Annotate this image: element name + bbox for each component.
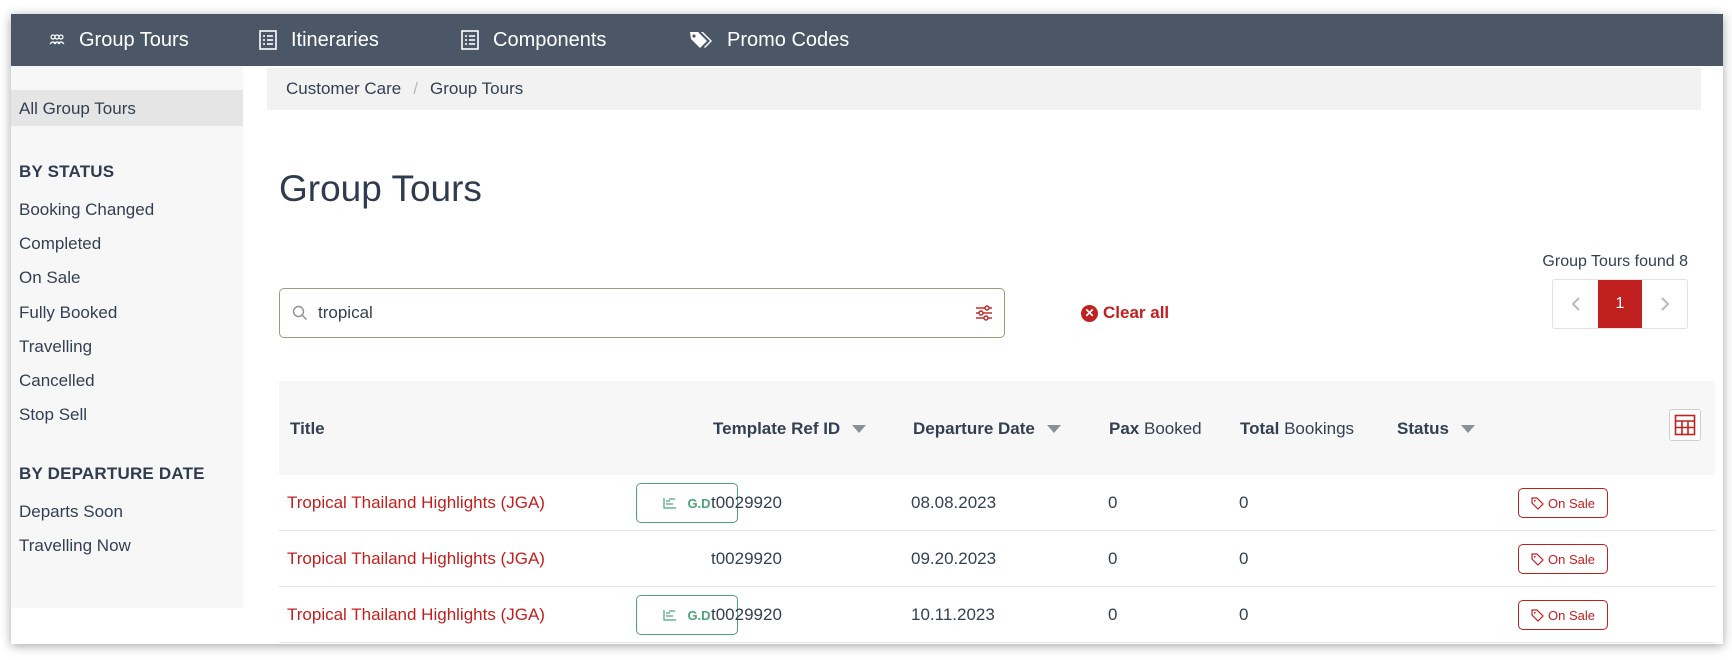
sort-caret-icon (852, 425, 867, 433)
departure-date-cell: 08.08.2023 (911, 493, 997, 512)
chevron-right-icon (1660, 297, 1669, 311)
results-count: Group Tours found 8 (1542, 253, 1688, 270)
total-bookings-cell: 0 (1239, 605, 1249, 624)
search-input[interactable] (318, 299, 938, 327)
table-row: Tropical Thailand Highlights (JGA) t0029… (279, 531, 1715, 587)
pax-booked-cell: 0 (1108, 549, 1118, 568)
page-number-button[interactable]: 1 (1598, 280, 1642, 328)
search-box (279, 288, 1005, 338)
list-icon (259, 30, 277, 50)
template-ref-cell: t0029920 (711, 549, 782, 568)
pax-booked-cell: 0 (1108, 605, 1118, 624)
departure-date-cell: 10.11.2023 (911, 605, 995, 624)
sort-caret-icon (1460, 425, 1475, 433)
tag-icon (1531, 608, 1544, 622)
table-row: Tropical Thailand Highlights (JGA) G.D t… (279, 587, 1715, 643)
tour-title-link[interactable]: Tropical Thailand Highlights (JGA) (287, 549, 545, 569)
total-bookings-cell: 0 (1239, 549, 1249, 568)
close-circle-icon: ✕ (1081, 304, 1098, 322)
gd-label: G.D (687, 495, 711, 511)
status-badge[interactable]: On Sale (1518, 488, 1608, 518)
sidebar-item-on-sale[interactable]: On Sale (19, 268, 80, 288)
pagination: 1 (1552, 279, 1688, 329)
table-row: Tropical Thailand Highlights (JGA) G.D t… (279, 475, 1715, 531)
clear-all-label: Clear all (1103, 303, 1170, 322)
breadcrumb-group-tours: Group Tours (430, 79, 524, 98)
pax-booked-cell: 0 (1108, 493, 1118, 512)
column-settings-button[interactable] (1669, 409, 1701, 441)
status-label: On Sale (1548, 551, 1595, 567)
nav-label: Components (493, 28, 607, 51)
status-badge[interactable]: On Sale (1518, 544, 1608, 574)
sidebar-item-booking-changed[interactable]: Booking Changed (19, 200, 154, 220)
search-icon (292, 305, 308, 326)
total-bookings-cell: 0 (1239, 493, 1249, 512)
sort-caret-icon (1046, 425, 1061, 433)
breadcrumb-separator: / (413, 79, 418, 98)
chevron-left-icon (1571, 297, 1580, 311)
tag-icon (1531, 552, 1544, 566)
departure-date-cell: 09.20.2023 (911, 549, 997, 568)
filter-sliders-icon[interactable] (974, 303, 994, 328)
sidebar-item-travelling[interactable]: Travelling (19, 337, 92, 357)
gd-label: G.D (687, 607, 711, 623)
group-icon (49, 34, 65, 46)
status-label: On Sale (1548, 495, 1595, 511)
nav-group-tours[interactable]: Group Tours (49, 14, 189, 66)
sidebar: All Group Tours BY STATUS Booking Change… (11, 66, 243, 608)
tour-title-link[interactable]: Tropical Thailand Highlights (JGA) (287, 493, 545, 513)
tag-icon (1531, 496, 1544, 510)
column-header-pax-booked: Pax Booked (1109, 419, 1202, 438)
status-badge[interactable]: On Sale (1518, 600, 1608, 630)
status-label: On Sale (1548, 607, 1595, 623)
nav-label: Promo Codes (727, 28, 850, 51)
tour-title-link[interactable]: Tropical Thailand Highlights (JGA) (287, 605, 545, 625)
template-ref-cell: t0029920 (711, 493, 782, 512)
chart-icon (663, 609, 677, 621)
table-header: Title Template Ref ID Departure Date Pax… (279, 381, 1715, 475)
sidebar-item-stop-sell[interactable]: Stop Sell (19, 405, 87, 425)
column-header-template-ref[interactable]: Template Ref ID (713, 419, 867, 439)
sidebar-item-travelling-now[interactable]: Travelling Now (19, 536, 131, 556)
breadcrumb-customer-care[interactable]: Customer Care (286, 79, 401, 99)
nav-components[interactable]: Components (461, 14, 606, 66)
sidebar-item-fully-booked[interactable]: Fully Booked (19, 303, 117, 323)
column-header-departure-date[interactable]: Departure Date (913, 419, 1061, 439)
sidebar-heading-status: BY STATUS (19, 162, 115, 181)
column-header-status[interactable]: Status (1397, 419, 1475, 439)
sidebar-item-completed[interactable]: Completed (19, 234, 101, 254)
clear-all-button[interactable]: ✕ Clear all (1081, 303, 1169, 323)
tags-icon (689, 30, 713, 50)
top-nav: Group Tours Itineraries Components Promo… (11, 14, 1723, 66)
page-title: Group Tours (279, 168, 482, 209)
nav-itineraries[interactable]: Itineraries (259, 14, 379, 66)
template-ref-cell: t0029920 (711, 605, 782, 624)
column-header-total-bookings: Total Bookings (1240, 419, 1355, 438)
table-columns-icon (1674, 414, 1696, 436)
sidebar-item-all-group-tours[interactable]: All Group Tours (19, 99, 136, 119)
app-window: Group Tours Itineraries Components Promo… (11, 14, 1723, 644)
nav-label: Itineraries (291, 28, 379, 51)
sidebar-heading-departure: BY DEPARTURE DATE (19, 464, 205, 483)
next-page-button[interactable] (1642, 280, 1687, 328)
sidebar-item-departs-soon[interactable]: Departs Soon (19, 502, 123, 522)
nav-label: Group Tours (79, 28, 189, 51)
chart-icon (663, 497, 677, 509)
list-icon (461, 30, 479, 50)
breadcrumb: Customer Care / Group Tours (267, 68, 1701, 110)
prev-page-button[interactable] (1553, 280, 1598, 328)
nav-promo-codes[interactable]: Promo Codes (689, 14, 849, 66)
column-header-title: Title (290, 419, 325, 438)
sidebar-item-cancelled[interactable]: Cancelled (19, 371, 95, 391)
